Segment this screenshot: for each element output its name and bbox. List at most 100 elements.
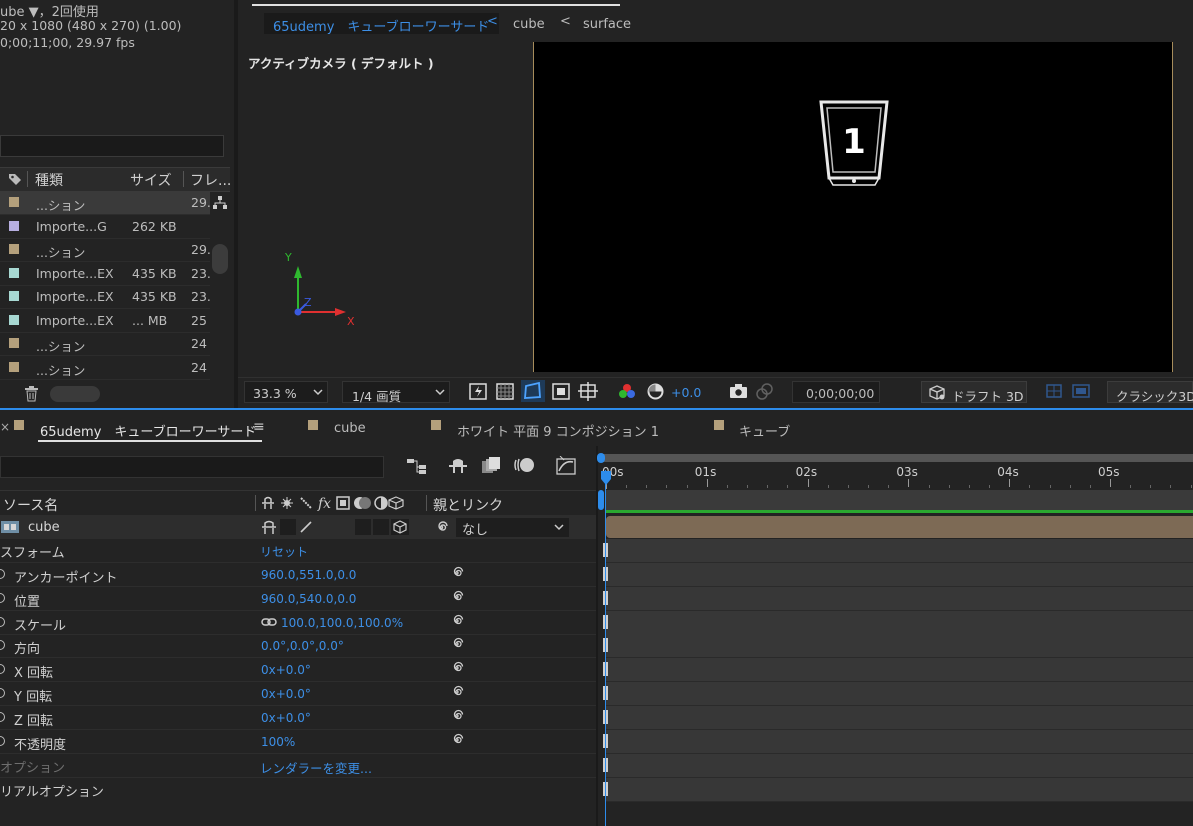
property-value[interactable]: 100.0,100.0,100.0%	[281, 616, 403, 630]
property-value[interactable]: 960.0,551.0,0.0	[261, 568, 356, 582]
property-row[interactable]: X 回転 0x+0.0°	[0, 658, 596, 683]
horizontal-scrollbar[interactable]	[50, 386, 100, 402]
tab-cube-jp[interactable]: キューブ	[739, 421, 790, 440]
project-item-row[interactable]: ...ション 29.	[0, 238, 211, 262]
expression-pickwhip-icon[interactable]	[450, 733, 464, 747]
project-item-row[interactable]: ...ション 24	[0, 356, 210, 380]
work-area-bar[interactable]	[606, 490, 1193, 510]
label-color-swatch[interactable]	[9, 361, 19, 372]
trash-icon[interactable]	[24, 386, 39, 402]
stopwatch-icon[interactable]	[0, 592, 5, 603]
stopwatch-icon[interactable]	[0, 664, 5, 675]
tab-close-icon[interactable]: ×	[0, 420, 10, 434]
project-item-row[interactable]: Importe...EX 435 KB 23.	[0, 285, 211, 309]
work-area-start-handle[interactable]	[598, 490, 604, 510]
exposure-value[interactable]: +0.0	[671, 385, 701, 400]
stopwatch-icon[interactable]	[0, 735, 5, 746]
snapshot-camera-icon[interactable]	[729, 384, 748, 399]
change-renderer-link[interactable]: レンダラーを変更...	[260, 758, 372, 777]
column-type[interactable]: 種類	[35, 170, 63, 190]
expression-pickwhip-icon[interactable]	[450, 661, 464, 675]
channel-icon[interactable]	[618, 383, 636, 400]
label-color-swatch[interactable]	[9, 244, 19, 254]
property-value[interactable]: 100%	[261, 735, 295, 749]
motion-blur-icon[interactable]	[513, 456, 535, 475]
switch-box[interactable]	[355, 519, 371, 535]
label-tag-icon[interactable]	[8, 172, 22, 186]
composition-canvas[interactable]: 1	[533, 42, 1173, 372]
grid-guides-icon[interactable]	[578, 382, 598, 401]
expression-pickwhip-icon[interactable]	[450, 709, 464, 723]
property-row[interactable]: アンカーポイント 960.0,551.0,0.0	[0, 563, 596, 587]
exposure-reset-icon[interactable]	[647, 383, 664, 400]
property-time-row[interactable]	[603, 586, 1193, 611]
column-source-name[interactable]: ソース名	[3, 495, 58, 515]
stopwatch-icon[interactable]	[0, 640, 5, 651]
region-of-interest-icon[interactable]	[552, 383, 570, 400]
project-item-row[interactable]: Importe...EX 435 KB 23.	[0, 262, 211, 286]
tab-cube[interactable]: cube	[334, 421, 366, 436]
frame-blending-icon[interactable]	[481, 456, 501, 475]
column-size[interactable]: サイズ	[130, 170, 172, 190]
stopwatch-icon[interactable]	[0, 688, 5, 698]
stopwatch-icon[interactable]	[0, 711, 5, 722]
property-value[interactable]: 0.0°,0.0°,0.0°	[261, 639, 344, 653]
mask-path-icon[interactable]	[521, 380, 545, 402]
property-value[interactable]: 0x+0.0°	[261, 711, 311, 725]
project-item-row[interactable]: ...ション 29.	[0, 191, 211, 215]
property-value[interactable]: 0x+0.0°	[261, 663, 311, 677]
property-value[interactable]: 960.0,540.0,0.0	[261, 592, 356, 606]
comp-flowchart-icon[interactable]	[406, 457, 428, 475]
panel-menu-icon[interactable]: ≡	[253, 419, 265, 435]
property-time-row[interactable]	[603, 754, 1193, 778]
label-color-swatch[interactable]	[9, 291, 19, 301]
project-item-row[interactable]: Importe...G 262 KB	[0, 215, 210, 239]
property-time-row[interactable]	[603, 563, 1193, 587]
3d-view-layout-icon[interactable]	[1072, 383, 1090, 399]
property-time-row[interactable]	[603, 634, 1193, 659]
property-row[interactable]: スケール 100.0,100.0,100.0%	[0, 611, 596, 635]
breadcrumb-cube[interactable]: cube	[513, 17, 545, 32]
pickwhip-icon[interactable]	[434, 520, 449, 535]
property-value[interactable]: 0x+0.0°	[261, 687, 311, 701]
switch-box[interactable]	[280, 519, 296, 535]
expression-pickwhip-icon[interactable]	[450, 566, 464, 580]
shy-switch-icon[interactable]	[261, 520, 277, 535]
expression-pickwhip-icon[interactable]	[450, 685, 464, 699]
tab-main-comp[interactable]: 65udemy キューブローワーサード	[40, 421, 256, 440]
property-time-row[interactable]	[603, 539, 1193, 563]
label-color-swatch[interactable]	[9, 267, 19, 278]
show-snapshot-icon[interactable]	[756, 383, 774, 400]
project-search-input[interactable]	[0, 135, 224, 157]
reset-link[interactable]: リセット	[260, 543, 308, 560]
zoom-dropdown[interactable]: 33.3 %	[244, 381, 328, 403]
parent-dropdown[interactable]: なし	[456, 518, 569, 538]
property-row[interactable]: 不透明度 100%	[0, 730, 596, 754]
layer-name[interactable]: cube	[28, 520, 60, 535]
tab-white-solid[interactable]: ホワイト 平面 9 コンポジション 1	[457, 421, 659, 440]
3d-layer-switch-icon[interactable]	[391, 519, 409, 535]
project-scrollbar[interactable]	[212, 244, 228, 274]
3d-view-layout-icon[interactable]	[1046, 383, 1062, 399]
property-time-row[interactable]	[603, 705, 1193, 730]
timeline-search-input[interactable]	[0, 456, 384, 478]
constrain-proportions-icon[interactable]	[261, 617, 277, 627]
column-frame[interactable]: フレ...	[190, 170, 231, 190]
project-item-row[interactable]: Importe...EX ... MB 25	[0, 309, 210, 333]
breadcrumb-comp[interactable]: 65udemy キューブローワーサード	[273, 16, 489, 35]
transparency-grid-icon[interactable]	[496, 383, 514, 400]
property-row[interactable]: Z 回転 0x+0.0°	[0, 706, 596, 730]
stopwatch-icon[interactable]	[0, 569, 5, 579]
property-time-row[interactable]	[603, 658, 1193, 683]
current-time-indicator[interactable]	[605, 470, 606, 826]
shy-layers-icon[interactable]	[447, 457, 469, 475]
property-row[interactable]: 方向 0.0°,0.0°,0.0°	[0, 634, 596, 659]
breadcrumb-surface[interactable]: surface	[583, 17, 631, 32]
quality-switch-icon[interactable]	[298, 519, 314, 535]
fast-preview-icon[interactable]	[469, 383, 487, 400]
graph-editor-icon[interactable]	[556, 456, 576, 475]
transform-group-row[interactable]: スフォーム リセット	[0, 539, 596, 563]
material-options-row[interactable]: リアルオプション	[0, 778, 596, 801]
classic-3d-button[interactable]: クラシック3D	[1107, 381, 1193, 404]
property-time-row[interactable]	[603, 729, 1193, 754]
